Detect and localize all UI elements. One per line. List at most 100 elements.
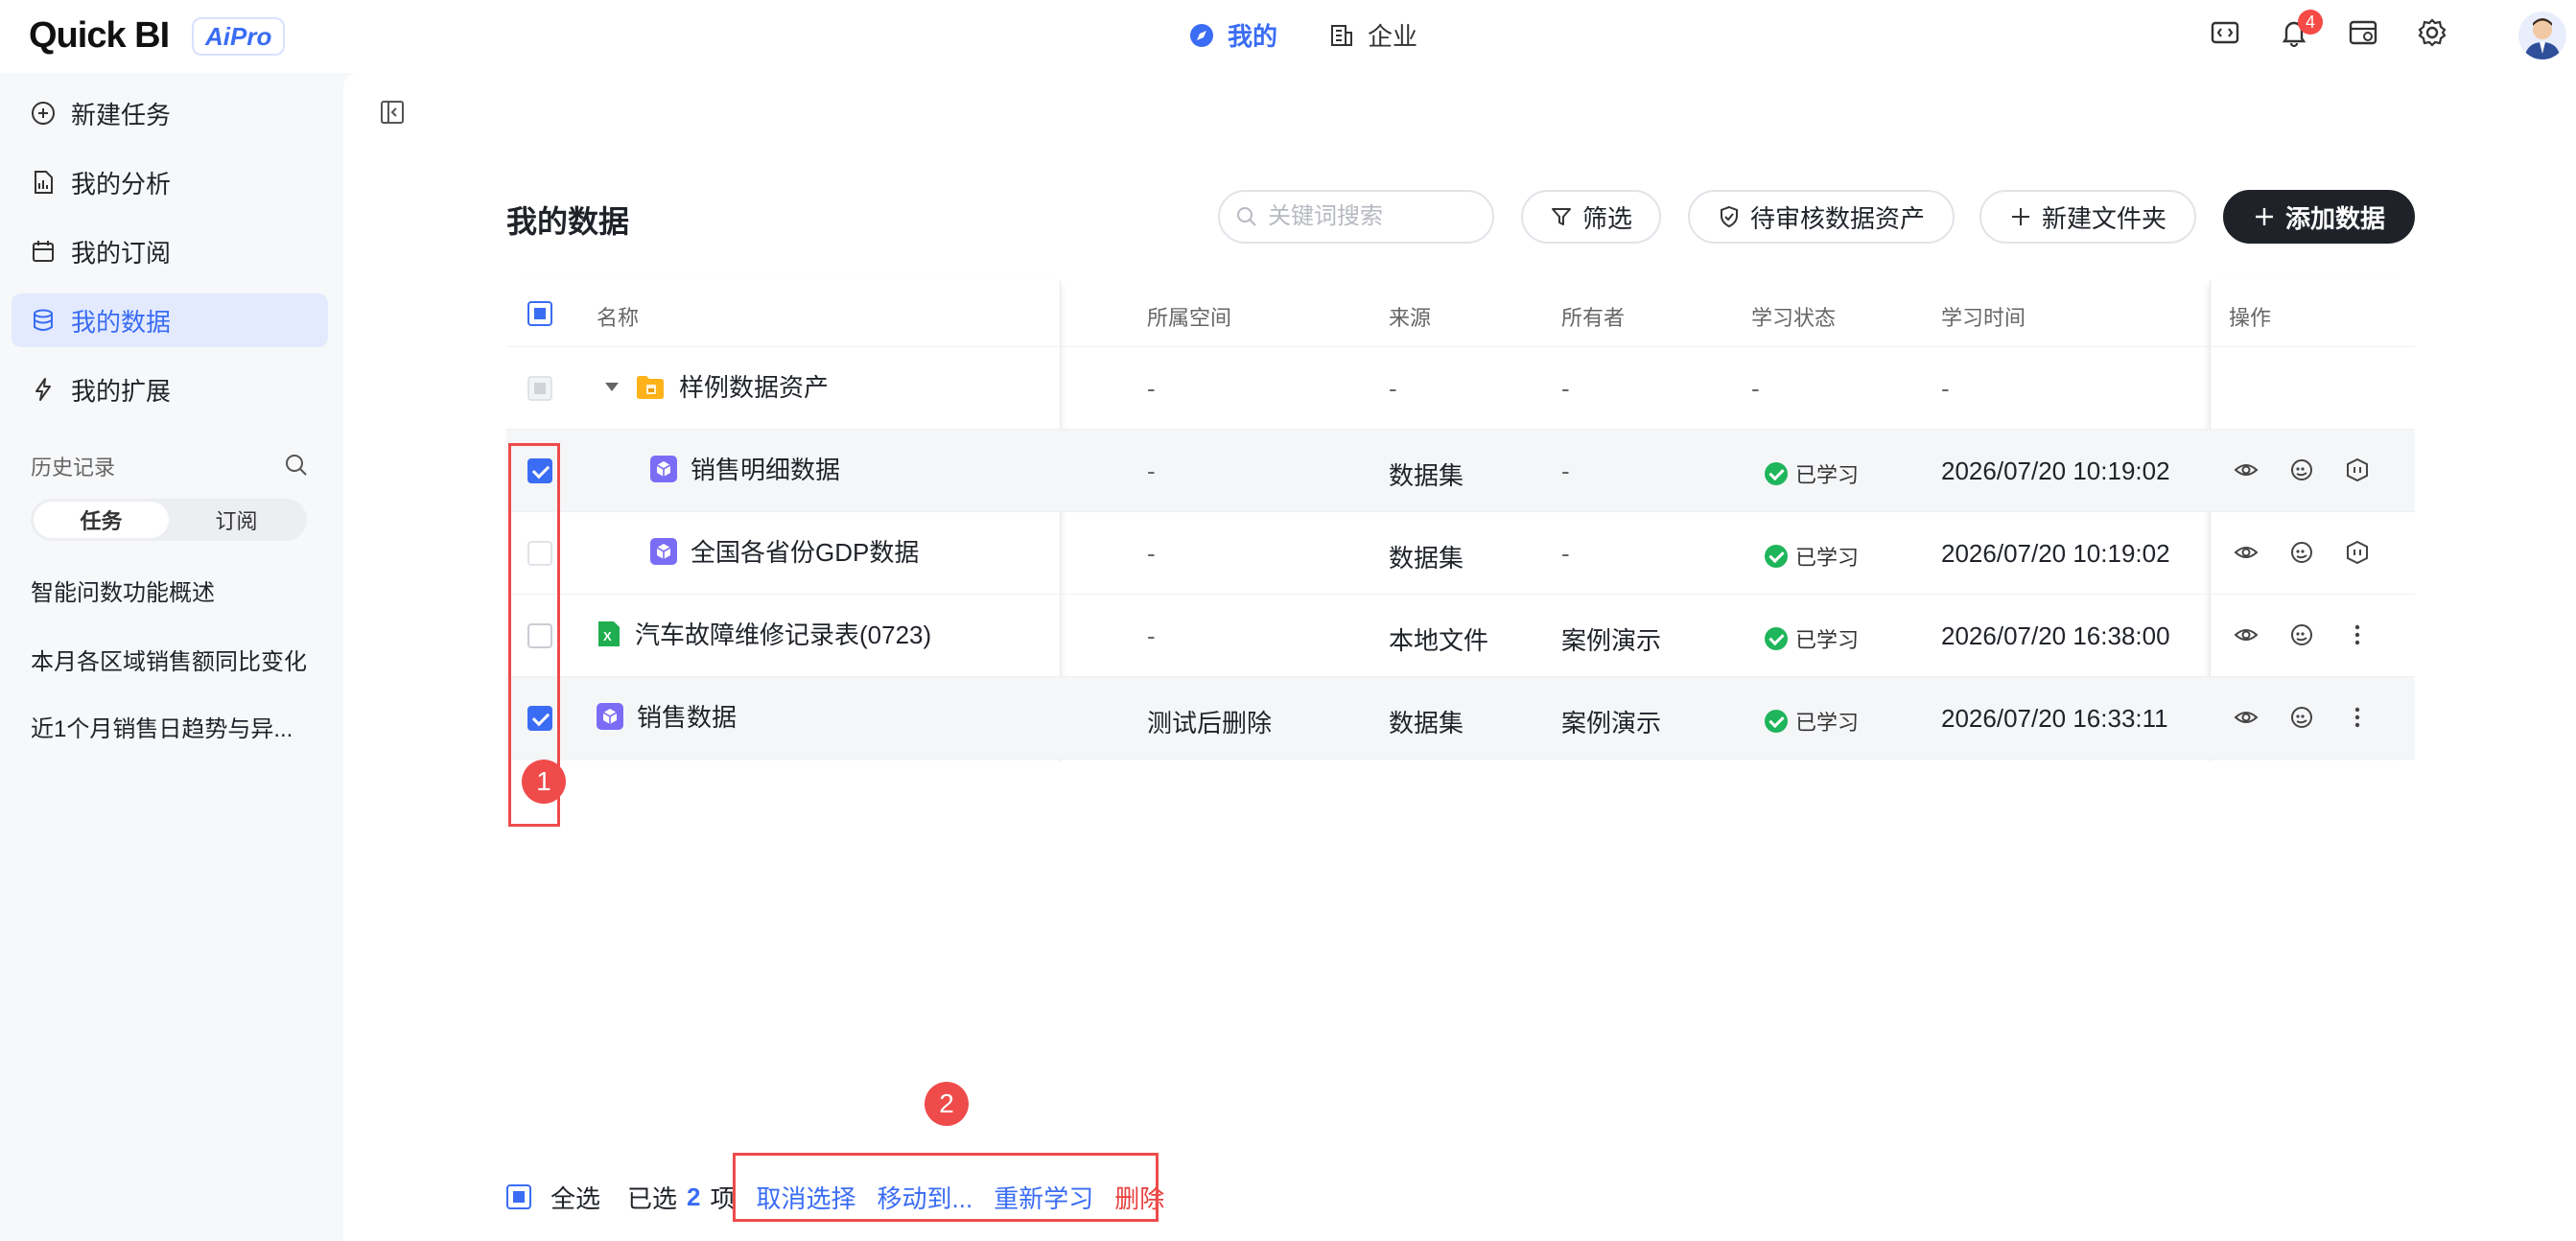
row-time: 2026/07/20 10:19:02 (1941, 457, 2170, 485)
sidebar-item-label: 我的数据 (71, 307, 172, 337)
avatar[interactable] (2518, 12, 2566, 59)
eye-icon[interactable] (2233, 455, 2260, 485)
row-name[interactable]: 全国各省份GDP数据 (691, 533, 919, 569)
eye-icon[interactable] (2233, 702, 2260, 733)
sidebar-item-new-task[interactable]: 新建任务 (12, 86, 328, 140)
plus-icon (2255, 208, 2273, 225)
more-vertical-icon[interactable] (2344, 620, 2371, 650)
search-input[interactable] (1268, 203, 1479, 230)
sidebar-item-my-subscriptions[interactable]: 我的订阅 (12, 224, 328, 278)
search-icon[interactable] (284, 453, 309, 478)
row-space: 测试后删除 (1147, 709, 1273, 738)
row-name[interactable]: 销售数据 (637, 698, 737, 734)
row-status-label: 已学习 (1795, 546, 1860, 570)
row-actions (2233, 455, 2371, 485)
row-name[interactable]: 样例数据资产 (679, 368, 829, 404)
collapse-sidebar-icon[interactable] (380, 100, 405, 125)
table-row[interactable]: 全国各省份GDP数据 - 数据集 - 已学习 2026/07/20 10:19:… (506, 512, 2415, 595)
pending-review-button[interactable]: 待审核数据资产 (1688, 190, 1955, 244)
history-title: 历史记录 (31, 456, 116, 480)
building-icon (1331, 24, 1353, 46)
lightning-icon (35, 378, 51, 401)
history-item[interactable]: 本月各区域销售额同比变化 (31, 643, 307, 676)
notification-badge: 4 (2298, 10, 2323, 35)
more-vertical-icon[interactable] (2344, 702, 2371, 733)
search-box (1218, 190, 1494, 244)
bell-icon[interactable]: 4 (2279, 10, 2323, 52)
check-circle-icon (1765, 710, 1788, 733)
new-folder-button[interactable]: 新建文件夹 (1979, 190, 2196, 244)
sidebar-item-my-data[interactable]: 我的数据 (12, 293, 328, 347)
header-select-all-checkbox[interactable] (527, 301, 552, 326)
eye-icon[interactable] (2233, 620, 2260, 650)
row-owner: 案例演示 (1561, 709, 1662, 738)
table-row[interactable]: X 汽车故障维修记录表(0723) - 本地文件 案例演示 已学习 2026/0… (506, 595, 2415, 677)
code-embed-icon[interactable] (2210, 17, 2244, 52)
header-icons: 4 (2210, 10, 2451, 52)
model-icon[interactable] (2344, 455, 2371, 485)
row-name-cell: 样例数据资产 (602, 368, 829, 404)
sidebar-item-label: 新建任务 (71, 100, 172, 129)
row-time: 2026/07/20 16:33:11 (1941, 704, 2168, 733)
sidebar-item-my-extensions[interactable]: 我的扩展 (12, 363, 328, 416)
nav-tab-enterprise[interactable]: 企业 (1329, 17, 1417, 53)
step-marker-1: 1 (522, 760, 566, 804)
sidebar-item-label: 我的扩展 (71, 376, 172, 406)
row-owner: - (1561, 457, 1570, 485)
row-time: - (1941, 374, 1950, 403)
shield-icon (1720, 205, 1738, 228)
row-space: - (1147, 621, 1156, 650)
check-circle-icon (1765, 462, 1788, 485)
eye-icon[interactable] (2233, 537, 2260, 568)
segment-tasks[interactable]: 任务 (34, 502, 169, 538)
select-all-label[interactable]: 全选 (550, 1180, 600, 1215)
row-actions (2233, 620, 2371, 650)
add-data-button[interactable]: 添加数据 (2223, 190, 2415, 244)
row-name-cell: 销售明细数据 (650, 451, 840, 486)
column-header-time[interactable]: 学习时间 (1941, 301, 2026, 332)
row-status: 已学习 (1765, 541, 1859, 572)
column-header-source[interactable]: 来源 (1389, 301, 1431, 332)
calendar-icon (33, 241, 54, 262)
chat-ask-icon[interactable] (2288, 702, 2315, 733)
page-title: 我的数据 (506, 204, 630, 239)
row-owner: 案例演示 (1561, 626, 1662, 655)
database-icon (34, 309, 53, 331)
excel-file-icon: X (598, 620, 620, 646)
column-header-status[interactable]: 学习状态 (1751, 301, 1836, 332)
dataset-cube-icon (650, 455, 677, 482)
column-header-owner[interactable]: 所有者 (1561, 301, 1625, 332)
model-icon[interactable] (2344, 537, 2371, 568)
sidebar: 新建任务 我的分析 我的订阅 我的数据 我的扩展 历史记录 任务 订阅 智能问数… (0, 73, 341, 1241)
gear-icon[interactable] (2417, 17, 2451, 52)
sidebar-item-my-analysis[interactable]: 我的分析 (12, 155, 328, 209)
caret-down-icon[interactable] (602, 377, 621, 396)
add-data-label: 添加数据 (2284, 203, 2385, 233)
column-header-name[interactable]: 名称 (597, 301, 639, 332)
chat-ask-icon[interactable] (2288, 620, 2315, 650)
row-name[interactable]: 销售明细数据 (691, 451, 840, 486)
dataset-cube-icon (650, 537, 677, 565)
row-name-cell: X 汽车故障维修记录表(0723) (597, 616, 931, 651)
sidebar-item-label: 我的订阅 (71, 238, 172, 268)
column-header-actions: 操作 (2229, 306, 2272, 330)
chat-ask-icon[interactable] (2288, 537, 2315, 568)
segment-subscriptions[interactable]: 订阅 (169, 502, 304, 538)
row-status-label: 已学习 (1795, 628, 1860, 652)
filter-button[interactable]: 筛选 (1521, 190, 1661, 244)
table-row[interactable]: 销售数据 测试后删除 数据集 案例演示 已学习 2026/07/20 16:33… (506, 677, 2415, 760)
nav-tab-mine[interactable]: 我的 (1189, 17, 1277, 53)
row-name[interactable]: 汽车故障维修记录表(0723) (635, 616, 931, 651)
app-logo[interactable]: Quick BI (29, 15, 170, 57)
select-all-checkbox[interactable] (506, 1184, 531, 1209)
table-row[interactable]: 销售明细数据 - 数据集 - 已学习 2026/07/20 10:19:02 (506, 430, 2415, 512)
row-status-label: 已学习 (1795, 463, 1860, 487)
filter-icon (1551, 208, 1571, 225)
history-item[interactable]: 近1个月销售日趋势与异... (31, 710, 293, 743)
chat-ask-icon[interactable] (2288, 455, 2315, 485)
column-header-space[interactable]: 所属空间 (1147, 301, 1231, 332)
history-item[interactable]: 智能问数功能概述 (31, 574, 215, 607)
dashboard-settings-icon[interactable] (2348, 17, 2382, 52)
row-time: 2026/07/20 16:38:00 (1941, 621, 2170, 650)
table-row[interactable]: 样例数据资产 - - - - - (506, 347, 2415, 430)
